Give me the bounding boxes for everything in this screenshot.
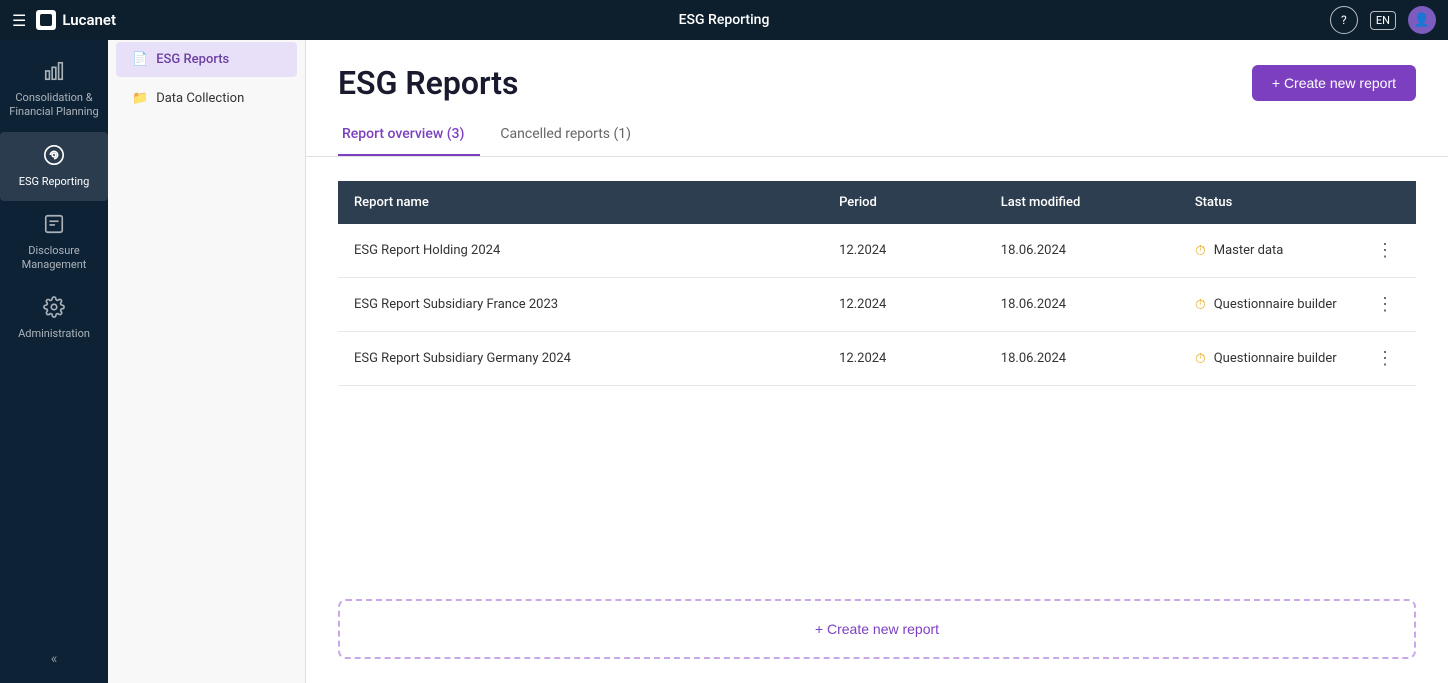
cell-period: 12.2024 — [823, 332, 985, 386]
cell-report-name: ESG Report Subsidiary Germany 2024 — [338, 332, 823, 386]
cell-report-name: ESG Report Subsidiary France 2023 — [338, 278, 823, 332]
page-title: ESG Reports — [338, 64, 519, 102]
table-row: ESG Report Subsidiary Germany 2024 12.20… — [338, 332, 1416, 386]
help-icon[interactable]: ? — [1330, 6, 1358, 34]
app-title: ESG Reporting — [679, 12, 770, 28]
administration-icon — [43, 296, 65, 323]
create-dashed-button[interactable]: + Create new report — [815, 621, 939, 637]
sidebar-collapse-button[interactable]: « — [35, 635, 74, 683]
col-header-name: Report name — [338, 181, 823, 224]
status-label: Master data — [1214, 243, 1362, 258]
table-header-row: Report name Period Last modified Status — [338, 181, 1416, 224]
secondary-sidebar: 📄 ESG Reports 📁 Data Collection — [108, 40, 306, 683]
sidebar-item-esg[interactable]: ESG Reporting — [0, 132, 108, 201]
secondary-item-esg-reports-label: ESG Reports — [156, 52, 229, 67]
status-label: Questionnaire builder — [1214, 351, 1362, 366]
cell-modified: 18.06.2024 — [985, 332, 1179, 386]
row-more-button[interactable]: ⋮ — [1370, 238, 1400, 263]
status-clock-icon: ⏱ — [1195, 351, 1206, 367]
table-row: ESG Report Holding 2024 12.2024 18.06.20… — [338, 224, 1416, 278]
cell-report-name: ESG Report Holding 2024 — [338, 224, 823, 278]
content-area: ESG Reports + Create new report Report o… — [306, 40, 1448, 683]
data-collection-icon: 📁 — [132, 91, 148, 106]
table-container: Report name Period Last modified Status … — [306, 157, 1448, 599]
col-header-modified: Last modified — [985, 181, 1179, 224]
cell-status: ⏱ Questionnaire builder ⋮ — [1179, 332, 1416, 386]
tabs: Report overview (3) Cancelled reports (1… — [306, 102, 1448, 157]
col-header-period: Period — [823, 181, 985, 224]
create-dashed-area[interactable]: + Create new report — [338, 599, 1416, 659]
secondary-item-data-collection[interactable]: 📁 Data Collection — [116, 81, 297, 116]
create-report-button[interactable]: + Create new report — [1252, 65, 1416, 101]
sidebar-item-disclosure-label: Disclosure Management — [4, 244, 104, 273]
tab-cancelled-reports[interactable]: Cancelled reports (1) — [496, 118, 647, 156]
status-label: Questionnaire builder — [1214, 297, 1362, 312]
consolidation-icon — [43, 60, 65, 87]
menu-icon[interactable]: ☰ — [12, 11, 26, 30]
sidebar-item-esg-label: ESG Reporting — [19, 175, 90, 189]
topbar: ☰ Lucanet ESG Reporting ? EN 👤 — [0, 0, 1448, 40]
row-more-button[interactable]: ⋮ — [1370, 292, 1400, 317]
sidebar-item-consolidation[interactable]: Consolidation & Financial Planning — [0, 48, 108, 132]
cell-modified: 18.06.2024 — [985, 278, 1179, 332]
cell-period: 12.2024 — [823, 278, 985, 332]
row-more-button[interactable]: ⋮ — [1370, 346, 1400, 371]
logo: Lucanet — [36, 10, 116, 30]
col-header-status: Status — [1179, 181, 1416, 224]
disclosure-icon — [43, 213, 65, 240]
cell-modified: 18.06.2024 — [985, 224, 1179, 278]
reports-table: Report name Period Last modified Status … — [338, 181, 1416, 386]
table-row: ESG Report Subsidiary France 2023 12.202… — [338, 278, 1416, 332]
secondary-item-esg-reports[interactable]: 📄 ESG Reports — [116, 42, 297, 77]
sidebar-item-disclosure[interactable]: Disclosure Management — [0, 201, 108, 285]
tab-report-overview[interactable]: Report overview (3) — [338, 118, 480, 156]
sidebar-item-administration[interactable]: Administration — [0, 284, 108, 353]
sidebar: Consolidation & Financial Planning ESG R… — [0, 40, 108, 683]
status-clock-icon: ⏱ — [1195, 243, 1206, 259]
cell-period: 12.2024 — [823, 224, 985, 278]
cell-status: ⏱ Questionnaire builder ⋮ — [1179, 278, 1416, 332]
status-clock-icon: ⏱ — [1195, 297, 1206, 313]
cell-status: ⏱ Master data ⋮ — [1179, 224, 1416, 278]
content-header: ESG Reports + Create new report — [306, 40, 1448, 102]
user-avatar[interactable]: 👤 — [1408, 6, 1436, 34]
esg-icon — [43, 144, 65, 171]
secondary-item-data-collection-label: Data Collection — [156, 91, 244, 106]
sidebar-item-consolidation-label: Consolidation & Financial Planning — [4, 91, 104, 120]
sidebar-item-administration-label: Administration — [18, 327, 90, 341]
esg-reports-icon: 📄 — [132, 52, 148, 67]
language-selector[interactable]: EN — [1370, 11, 1396, 30]
